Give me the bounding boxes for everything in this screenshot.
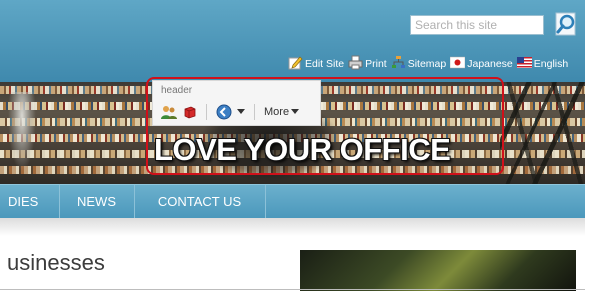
- utility-links: Edit Site Print Sitemap Japanese English: [288, 50, 568, 70]
- main-nav: DIES NEWS CONTACT US: [0, 184, 585, 219]
- edit-site-icon: [288, 56, 303, 70]
- print-label: Print: [365, 58, 387, 70]
- english-link[interactable]: English: [516, 55, 569, 70]
- page-frame: Edit Site Print Sitemap Japanese English: [0, 0, 585, 291]
- section-heading: usinesses: [7, 250, 105, 275]
- print-link[interactable]: Print: [348, 55, 387, 70]
- search-button[interactable]: [553, 11, 579, 37]
- search-icon: [555, 12, 576, 36]
- nav-item-contact-us[interactable]: CONTACT US: [134, 185, 266, 219]
- header-selection-outline: [146, 77, 504, 175]
- japanese-link[interactable]: Japanese: [450, 55, 513, 70]
- japan-flag-icon: [450, 56, 466, 69]
- search-box[interactable]: [410, 15, 549, 35]
- hero-lamp: [8, 92, 36, 172]
- us-flag-icon: [516, 57, 532, 68]
- edit-site-link[interactable]: Edit Site: [288, 55, 344, 70]
- nav-item-news[interactable]: NEWS: [59, 185, 135, 219]
- sitemap-link[interactable]: Sitemap: [391, 55, 447, 70]
- top-bar: Edit Site Print Sitemap Japanese English: [0, 0, 585, 82]
- nav-item-studies[interactable]: DIES: [0, 185, 60, 219]
- japanese-label: Japanese: [467, 58, 513, 70]
- english-label: English: [533, 58, 569, 70]
- hero-plant: [500, 82, 585, 184]
- print-icon: [348, 55, 363, 70]
- search-input[interactable]: [411, 16, 549, 34]
- main-content: usinesses: [0, 218, 585, 291]
- sitemap-label: Sitemap: [407, 58, 447, 70]
- edit-site-label: Edit Site: [305, 58, 345, 70]
- content-photo: [300, 250, 576, 291]
- sitemap-icon: [391, 56, 405, 68]
